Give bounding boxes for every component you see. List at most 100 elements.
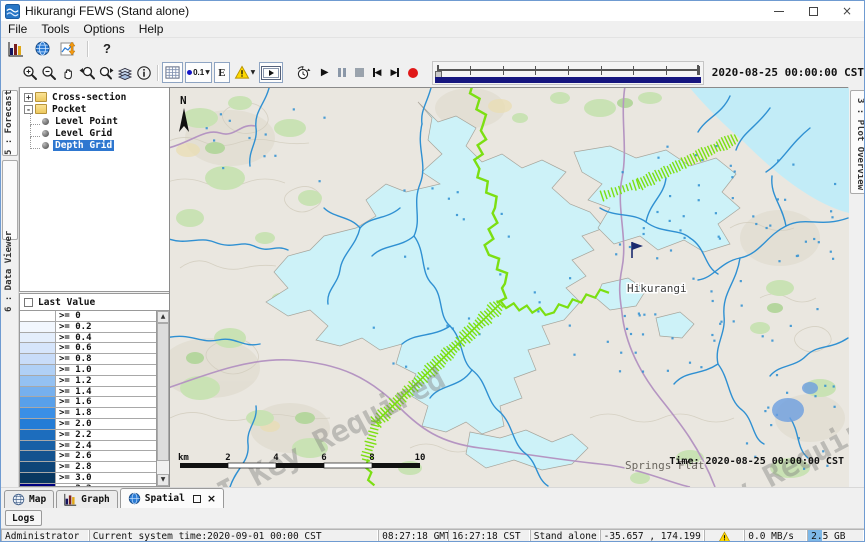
legend-row[interactable]: >= 1.8 — [20, 408, 156, 419]
zoom-previous-icon[interactable] — [78, 62, 97, 83]
tree-expander-icon[interactable]: + — [24, 93, 33, 102]
tab-plot-overview[interactable]: 3 : Plot Overview — [850, 90, 865, 194]
scrollbar-thumb[interactable] — [157, 323, 169, 461]
animation-movie-button[interactable] — [259, 62, 283, 83]
legend-row[interactable]: >= 2.8 — [20, 462, 156, 473]
layers-icon[interactable] — [116, 62, 135, 83]
filter-tree-panel: +Cross-section-PocketLevel PointLevel Gr… — [19, 87, 170, 292]
close-pane-icon[interactable]: × — [207, 492, 216, 505]
legend-row[interactable]: >= 1.0 — [20, 365, 156, 376]
maximize-pane-icon[interactable] — [193, 495, 201, 503]
status-memory: 2.5 GB — [807, 529, 864, 542]
menu-options[interactable]: Options — [76, 22, 131, 36]
legend-row[interactable]: >= 0.4 — [20, 333, 156, 344]
window-title: Hikurangi FEWS (Stand alone) — [25, 4, 189, 18]
folder-icon — [35, 92, 47, 102]
grid-toggle-button[interactable] — [162, 62, 183, 83]
tree-item-level-point[interactable]: Level Point — [22, 115, 169, 127]
legend-swatch — [20, 322, 56, 332]
timeseries-chart-icon[interactable] — [58, 40, 78, 57]
info-icon[interactable] — [135, 62, 154, 83]
last-value-checkbox[interactable] — [24, 298, 33, 307]
pan-hand-icon[interactable] — [59, 62, 78, 83]
minimize-button[interactable] — [762, 1, 796, 21]
tab-spatial[interactable]: Spatial × — [120, 488, 224, 508]
map-canvas[interactable]: API Key Required API Key Required Hikura… — [170, 88, 849, 488]
right-tab-strip: 3 : Plot Overview — [848, 87, 865, 487]
legend-label: >= 0.6 — [56, 343, 92, 353]
legend-swatch — [20, 354, 56, 364]
menu-help[interactable]: Help — [132, 22, 171, 36]
legend-swatch — [20, 333, 56, 343]
menu-file[interactable]: File — [1, 22, 34, 36]
time-slider[interactable] — [432, 61, 703, 85]
help-button[interactable]: ? — [97, 40, 117, 57]
zoom-next-icon[interactable] — [97, 62, 116, 83]
legend-scrollbar[interactable]: ▲ ▼ — [156, 311, 169, 486]
status-system-time: Current system time:2020-09-01 00:00 CST — [89, 529, 378, 542]
legend-row[interactable]: >= 0.6 — [20, 343, 156, 354]
class-threshold-dropdown[interactable]: 0.1 ▼ — [185, 62, 212, 83]
legend-row[interactable]: >= 0 — [20, 311, 156, 322]
tree-item-cross-section[interactable]: +Cross-section — [22, 91, 169, 103]
time-settings-icon[interactable] — [294, 62, 313, 83]
legend-row[interactable]: >= 1.4 — [20, 387, 156, 398]
tree-item-pocket[interactable]: -Pocket — [22, 103, 169, 115]
legend-row[interactable]: >= 2.6 — [20, 451, 156, 462]
menu-tools[interactable]: Tools — [34, 22, 76, 36]
tab-map[interactable]: Map — [4, 490, 54, 508]
legend-row[interactable]: >= 2.0 — [20, 419, 156, 430]
legend-row[interactable]: >= 1.6 — [20, 397, 156, 408]
legend-swatch — [20, 419, 56, 429]
tree-item-depth-grid[interactable]: Depth Grid — [22, 139, 169, 151]
scroll-up-button[interactable]: ▲ — [157, 311, 169, 323]
zoom-in-icon[interactable] — [21, 62, 40, 83]
close-button[interactable]: × — [830, 1, 864, 21]
legend-row[interactable]: >= 3.2 — [20, 484, 156, 486]
tab-forecast[interactable]: 5 : Forecast — [2, 90, 18, 156]
status-user: Administrator — [1, 529, 89, 542]
legend-row[interactable]: >= 0.2 — [20, 322, 156, 333]
tree-item-level-grid[interactable]: Level Grid — [22, 127, 169, 139]
skip-to-start-button[interactable]: ◀ — [373, 68, 382, 78]
tree-item-label: Level Point — [53, 116, 120, 127]
stop-button[interactable] — [355, 68, 364, 77]
legend-row[interactable]: >= 2.4 — [20, 441, 156, 452]
pause-button[interactable] — [338, 68, 346, 77]
legend-swatch — [20, 343, 56, 353]
legend-swatch — [20, 484, 56, 486]
menu-bar: File Tools Options Help — [1, 21, 864, 38]
legend-label: >= 2.8 — [56, 462, 92, 472]
legend-swatch — [20, 387, 56, 397]
maximize-button[interactable] — [796, 1, 830, 21]
toolbar-separator — [87, 41, 88, 57]
status-warning[interactable] — [704, 529, 744, 542]
zoom-out-icon[interactable] — [40, 62, 59, 83]
record-button[interactable] — [408, 68, 418, 78]
warnings-dropdown[interactable]: ▼ — [232, 62, 258, 83]
map-toolbar: 0.1 ▼ E ▼ ▶ ◀ ▶ — [1, 58, 864, 87]
maximize-icon — [809, 7, 818, 16]
bar-chart-icon — [64, 493, 77, 506]
legend-row[interactable]: >= 3.0 — [20, 473, 156, 484]
node-bullet-icon — [42, 142, 49, 149]
legend-row[interactable]: >= 0.8 — [20, 354, 156, 365]
legend-toggle-button[interactable]: E — [214, 62, 230, 83]
play-button[interactable]: ▶ — [321, 67, 329, 78]
legend-label: >= 2.2 — [56, 430, 92, 440]
tab-graph[interactable]: Graph — [56, 490, 118, 508]
legend-row[interactable]: >= 1.2 — [20, 376, 156, 387]
legend-label: >= 1.4 — [56, 387, 92, 397]
last-value-label: Last Value — [38, 297, 95, 308]
globe-map-icon[interactable] — [32, 40, 52, 57]
tab-data-viewer[interactable]: 6 : Data Viewer — [2, 160, 18, 240]
svg-text:km: km — [178, 453, 189, 463]
scroll-down-button[interactable]: ▼ — [157, 474, 169, 486]
skip-to-end-button[interactable]: ▶ — [390, 68, 399, 78]
explorer-bars-icon[interactable] — [6, 40, 26, 57]
logs-row: Logs — [1, 508, 864, 528]
close-icon: × — [842, 6, 852, 16]
legend-row[interactable]: >= 2.2 — [20, 430, 156, 441]
threshold-value: 0.1 — [193, 68, 204, 77]
logs-button[interactable]: Logs — [5, 510, 42, 526]
